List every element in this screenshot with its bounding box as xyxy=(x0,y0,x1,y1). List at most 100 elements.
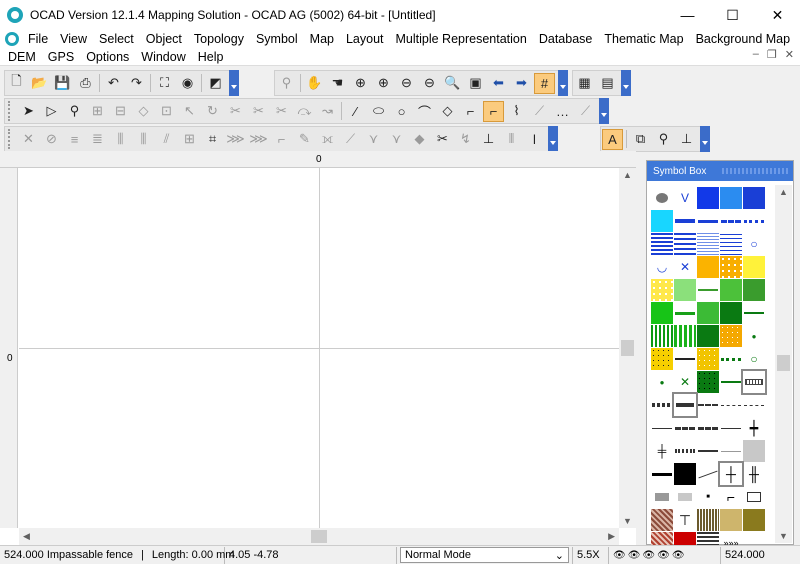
cut-hole-icon[interactable]: ✂ xyxy=(225,101,246,122)
join-icon[interactable]: ⌐ xyxy=(271,129,292,150)
menu-thematic-map[interactable]: Thematic Map xyxy=(598,32,689,46)
symbol-indistinct-marsh[interactable] xyxy=(697,233,719,255)
polyline-icon[interactable]: ⌇ xyxy=(506,101,527,122)
symbol-point-feature[interactable]: ■ xyxy=(697,486,719,508)
rotate-symbol-icon[interactable]: ↯ xyxy=(455,129,476,150)
toolbar-overflow-icon[interactable] xyxy=(599,98,609,124)
menu-help[interactable]: Help xyxy=(192,50,230,64)
minimize-button[interactable]: — xyxy=(665,0,710,30)
symbol-olive-dark[interactable] xyxy=(743,509,765,531)
mdi-restore-button[interactable]: ❐ xyxy=(767,48,777,61)
symbol-vineyard[interactable] xyxy=(720,325,742,347)
symbol-marsh-edge[interactable] xyxy=(674,210,696,232)
symbol-v[interactable]: V xyxy=(674,187,696,209)
symbol-special-vegetation[interactable] xyxy=(697,348,719,370)
cut-object-icon[interactable]: ✂ xyxy=(248,101,269,122)
symbol-track[interactable] xyxy=(674,417,696,439)
vertical-scroll-thumb[interactable] xyxy=(621,340,634,356)
menu-background-map[interactable]: Background Map xyxy=(690,32,797,46)
toolbar-overflow-icon[interactable] xyxy=(558,70,568,96)
delete-vertex-icon[interactable]: ✕ xyxy=(18,129,39,150)
hand-zoom-icon[interactable]: ☚ xyxy=(327,73,348,94)
menu-options[interactable]: Options xyxy=(80,50,135,64)
select-lasso-icon[interactable]: ⚲ xyxy=(64,101,85,122)
symbol-lake[interactable] xyxy=(697,187,719,209)
symbol-box-scrollbar[interactable]: ▲ ▼ xyxy=(775,185,792,543)
symbol-water-feature[interactable]: ✕ xyxy=(674,256,696,278)
symbol-olive-area[interactable] xyxy=(697,509,719,531)
corner-points-icon[interactable]: ⟋ xyxy=(340,129,361,150)
stretch-icon[interactable]: ↝ xyxy=(317,101,338,122)
menu-object[interactable]: Object xyxy=(140,32,188,46)
symbol-railway[interactable] xyxy=(651,394,673,416)
symbol-corner[interactable]: ⌐ xyxy=(720,486,742,508)
move-parallel-icon[interactable]: ⊟ xyxy=(110,101,131,122)
scale-icon[interactable]: ⊡ xyxy=(156,101,177,122)
zoom-in-icon[interactable]: ⊕ xyxy=(350,73,371,94)
menu-dem[interactable]: DEM xyxy=(2,50,42,64)
rectangle-icon[interactable]: ◇ xyxy=(437,101,458,122)
menu-topology[interactable]: Topology xyxy=(188,32,250,46)
menu-symbol[interactable]: Symbol xyxy=(250,32,304,46)
close-button[interactable]: ✕ xyxy=(755,0,800,30)
symbol-forest-difficult[interactable] xyxy=(720,279,742,301)
symbol-crossing-point[interactable]: ┿ xyxy=(743,417,765,439)
open-folder-icon[interactable]: 📂 xyxy=(29,73,50,94)
text-icon[interactable]: ✎ xyxy=(294,129,315,150)
print-icon[interactable]: ⎙ xyxy=(75,73,96,94)
scissors-icon[interactable]: ✂ xyxy=(432,129,453,150)
eye-icon[interactable]: 👁 xyxy=(628,550,641,561)
lower-icon[interactable]: ⊥ xyxy=(676,129,697,150)
symbol-undergrowth-dark[interactable] xyxy=(720,302,742,324)
fit-to-window-icon[interactable]: ⛶ xyxy=(154,73,175,94)
symbol-power-line[interactable]: ╪ xyxy=(651,440,673,462)
document-icon[interactable] xyxy=(5,32,19,46)
symbol-shallow-water[interactable] xyxy=(651,210,673,232)
symbol-distinct-vegetation[interactable] xyxy=(674,348,696,370)
symbol-canopy[interactable] xyxy=(651,486,673,508)
symbol-rough-open-land[interactable] xyxy=(743,256,765,278)
group-icon[interactable]: ⧉ xyxy=(630,129,651,150)
symbol-water[interactable] xyxy=(720,187,742,209)
maximize-button[interactable]: ☐ xyxy=(710,0,755,30)
baseline-icon[interactable]: ⊥ xyxy=(478,129,499,150)
symbol-high-fence[interactable] xyxy=(651,463,673,485)
lollipop-icon[interactable]: ⚲ xyxy=(653,129,674,150)
menu-database[interactable]: Database xyxy=(533,32,599,46)
symbol-forbidden-area[interactable] xyxy=(743,486,765,508)
symbol-waterbank[interactable] xyxy=(743,187,765,209)
toolbar-overflow-icon[interactable] xyxy=(548,126,558,152)
crop-icon[interactable]: ⌗ xyxy=(202,129,223,150)
symbol-olive-ground[interactable] xyxy=(720,509,742,531)
symbol-pipeline[interactable] xyxy=(674,440,696,462)
hatch-alt-icon[interactable]: ⫼ xyxy=(133,129,154,150)
symbol-vegetation-boundary[interactable] xyxy=(720,348,742,370)
symbol-path[interactable] xyxy=(651,417,673,439)
convert-icon[interactable]: ⋎ xyxy=(386,129,407,150)
symbol-tunnel[interactable]: ⊤ xyxy=(674,509,696,531)
zoom-previous-icon[interactable]: ▣ xyxy=(465,73,486,94)
reverse-icon[interactable]: ⋙ xyxy=(248,129,269,150)
symbol-semi-open[interactable] xyxy=(651,279,673,301)
circle-icon[interactable]: ○ xyxy=(391,101,412,122)
menu-view[interactable]: View xyxy=(54,32,93,46)
symbol-building[interactable] xyxy=(674,463,696,485)
symbol-marsh[interactable] xyxy=(651,233,673,255)
symbol-fence-line[interactable] xyxy=(720,371,742,393)
merge-icon[interactable]: ⊘ xyxy=(41,129,62,150)
find-icon[interactable]: ⚲ xyxy=(276,73,297,94)
numbering-icon[interactable]: ⟋ xyxy=(575,101,596,122)
symbol-orchard[interactable] xyxy=(697,325,719,347)
symbol-boulder[interactable] xyxy=(651,187,673,209)
symbol-pattern-brown[interactable] xyxy=(651,509,673,531)
symbol-dotted-boundary[interactable] xyxy=(743,394,765,416)
eye-icon[interactable]: 👁 xyxy=(642,550,655,561)
symbol-forest-run[interactable] xyxy=(743,302,765,324)
symbol-impassable-wall[interactable]: ╫ xyxy=(743,463,765,485)
dash-points-icon[interactable]: ⟗ xyxy=(317,129,338,150)
toolbar-overflow-icon[interactable] xyxy=(621,70,631,96)
symbol-boundary-line[interactable] xyxy=(672,392,698,418)
eye-icon[interactable]: 👁 xyxy=(657,550,670,561)
new-file-icon[interactable]: 🗋 xyxy=(6,73,27,94)
symbol-impassable-fence[interactable]: ┼ xyxy=(718,461,744,487)
